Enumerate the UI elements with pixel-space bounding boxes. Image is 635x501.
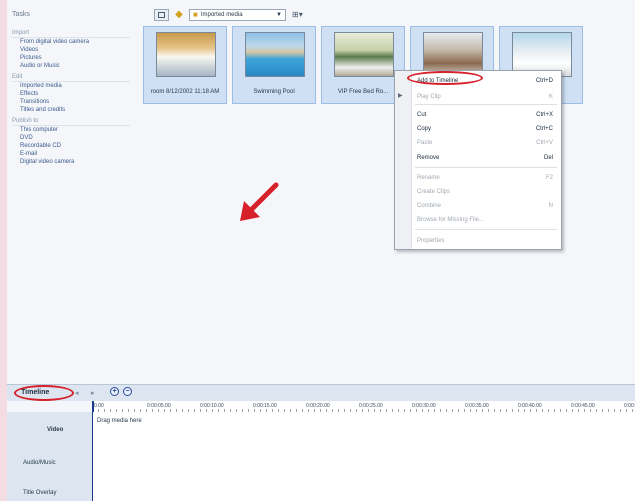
task-link[interactable]: From digital video camera [20, 38, 137, 46]
menu-item-shortcut: Ctrl+D [535, 77, 553, 84]
annotation-arrow-icon [240, 182, 279, 221]
show-hide-tasks-button[interactable] [154, 8, 169, 21]
clip-thumbnail [245, 32, 305, 77]
ruler-tick-label: 0:00:40.00 [518, 403, 542, 409]
folder-icon[interactable]: ◆ [172, 9, 186, 21]
menu-item-combine[interactable]: Combine N [417, 201, 553, 210]
menu-item-shortcut: Ctrl+C [535, 125, 553, 132]
menu-item-properties[interactable]: Properties [417, 236, 553, 245]
menu-item-browse-for-missing-file[interactable]: Browse for Missing File... [417, 215, 553, 224]
menu-item-label: Cut [417, 111, 427, 118]
menu-item-play-clip[interactable]: Play Clip K [417, 92, 553, 101]
annotation-circle [14, 385, 74, 401]
track-label: Video [47, 427, 64, 433]
task-link[interactable]: Videos [20, 46, 137, 54]
task-link[interactable]: Effects [20, 90, 137, 98]
menu-item-label: Rename [417, 174, 440, 181]
drag-media-hint: Drag media here [97, 418, 142, 424]
ruler-tick-label: 0:00:05.00 [147, 403, 171, 409]
menu-item-rename[interactable]: Rename F2 [417, 173, 553, 182]
folder-icon: ■ [193, 10, 198, 19]
task-section-heading: Publish to [12, 118, 130, 126]
zoom-in-icon[interactable]: + [110, 387, 119, 396]
track-headers [7, 412, 93, 501]
menu-separator [415, 229, 557, 230]
menu-item-shortcut: Ctrl+X [536, 111, 553, 118]
clip-caption: VIP Free Bed Ro... [337, 89, 389, 95]
menu-item-shortcut: F2 [545, 174, 553, 181]
chevron-down-icon: ▼ [276, 11, 282, 18]
clip-item[interactable]: VIP Free Bed Ro... [321, 26, 405, 104]
clip-thumbnail [156, 32, 216, 77]
menu-item-cut[interactable]: Cut Ctrl+X [417, 110, 553, 119]
task-link[interactable]: Imported media [20, 82, 137, 90]
rewind-icon[interactable]: ◂ [75, 389, 79, 397]
collection-dropdown-value: Imported media [200, 11, 243, 18]
track-label: Title Overlay [23, 490, 57, 496]
menu-item-shortcut: N [548, 202, 553, 209]
ruler-tick-label: 0.00 [94, 403, 104, 409]
menu-item-remove[interactable]: Remove Del [417, 153, 553, 162]
clip-caption: room 8/12/2002 11:18 AM [150, 89, 220, 95]
menu-item-label: Paste [417, 139, 433, 146]
clip-thumbnail [334, 32, 394, 77]
play-timeline-icon[interactable]: ▸ [91, 389, 95, 397]
menu-item-label: Combine [417, 202, 442, 209]
task-section-heading: Import [12, 30, 130, 38]
task-link[interactable]: Pictures [20, 54, 137, 62]
ruler-tick-label: 0:00:10.00 [200, 403, 224, 409]
menu-item-label: Remove [417, 154, 440, 161]
ruler-tick-label: 0:00:45.00 [571, 403, 595, 409]
task-link[interactable]: This computer [20, 126, 137, 134]
ruler-tick-label: 0:00:50.00 [624, 403, 635, 409]
collection-dropdown[interactable]: ■ Imported media ▼ [189, 8, 286, 21]
movie-maker-window: Tasks ◆ ■ Imported media ▼ ⊞▾ Import From… [7, 0, 635, 501]
zoom-out-icon[interactable]: − [123, 387, 132, 396]
ruler-tick-label: 0:00:20.00 [306, 403, 330, 409]
tasks-pane: Import From digital video camera Videos Pic… [12, 26, 137, 166]
clip-item[interactable]: Swimming Pool [232, 26, 316, 104]
ruler-tick-label: 0:00:15.00 [253, 403, 277, 409]
menu-item-paste[interactable]: Paste Ctrl+V [417, 138, 553, 147]
task-link[interactable]: Titles and credits [20, 106, 137, 114]
ruler-tick-label: 0:00:30.00 [412, 403, 436, 409]
task-section-heading: Edit [12, 74, 130, 82]
menu-item-label: Create Clips [417, 188, 451, 195]
ruler-tick-label: 0:00:25.00 [359, 403, 383, 409]
context-menu: ▶ Add to Timeline Ctrl+D Play Clip K Cut Ctrl… [394, 70, 562, 250]
task-link[interactable]: DVD [20, 134, 137, 142]
menu-item-label: Browse for Missing File... [417, 216, 485, 223]
ruler-tick-label: 0:00:35.00 [465, 403, 489, 409]
track-drop-area[interactable] [93, 478, 635, 501]
task-link[interactable]: Audio or Music [20, 62, 137, 70]
track-drop-area[interactable] [93, 448, 635, 479]
menu-separator [415, 167, 557, 168]
task-link[interactable]: Transitions [20, 98, 137, 106]
track-drop-area[interactable]: Drag media here [93, 412, 635, 449]
clip-item[interactable]: room 8/12/2002 11:18 AM [143, 26, 227, 104]
task-link[interactable]: E-mail [20, 150, 137, 158]
menu-item-label: Copy [417, 125, 432, 132]
menu-item-shortcut: Del [543, 154, 553, 161]
task-link[interactable]: Digital video camera [20, 158, 137, 166]
annotation-circle [407, 71, 483, 85]
menu-item-label: Play Clip [417, 93, 441, 100]
menu-item-shortcut: Ctrl+V [536, 139, 553, 146]
menu-item-shortcut: K [548, 93, 553, 100]
view-options-button[interactable]: ⊞▾ [289, 9, 306, 21]
play-icon: ▶ [398, 93, 403, 99]
menu-item-create-clips[interactable]: Create Clips [417, 187, 553, 196]
track-label: Audio/Music [23, 460, 56, 466]
tasks-pane-title: Tasks [12, 11, 30, 18]
menu-item-copy[interactable]: Copy Ctrl+C [417, 124, 553, 133]
collections-toolbar: ◆ ■ Imported media ▼ ⊞▾ [154, 8, 306, 21]
menu-item-label: Properties [417, 237, 445, 244]
menu-separator [415, 104, 557, 105]
task-link[interactable]: Recordable CD [20, 142, 137, 150]
timeline-toolbar [7, 384, 635, 401]
clip-caption: Swimming Pool [253, 89, 295, 95]
